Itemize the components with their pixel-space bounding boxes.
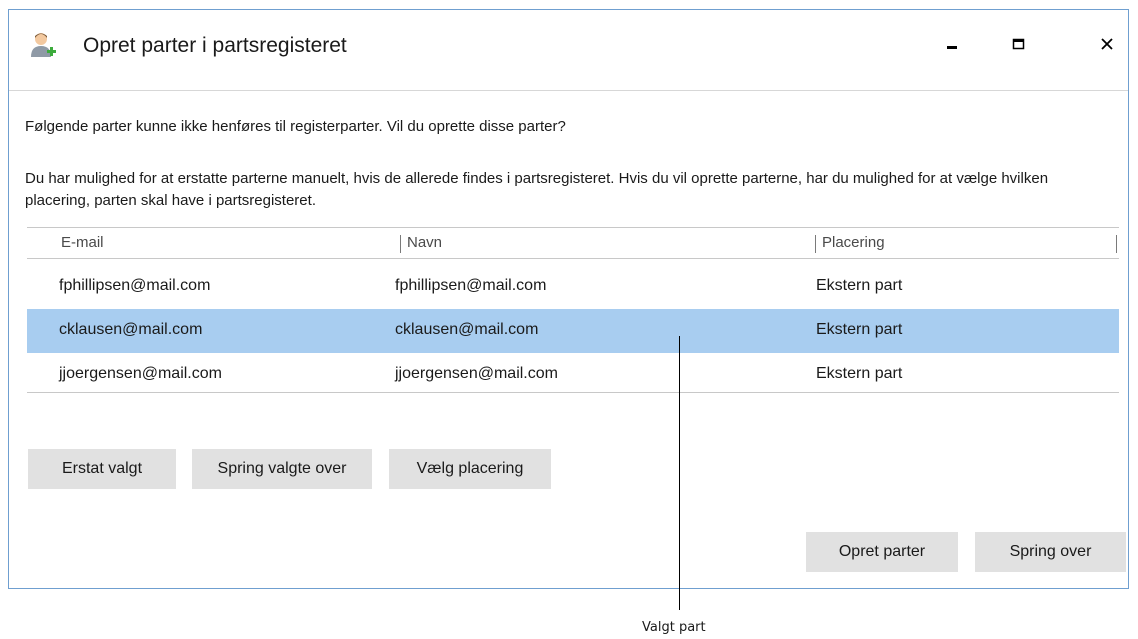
table-bottom-border — [27, 392, 1119, 393]
minimize-icon — [946, 37, 960, 56]
column-divider[interactable] — [400, 235, 401, 253]
info-message: Følgende parter kunne ikke henføres til … — [25, 118, 566, 135]
table-row[interactable]: jjoergensen@mail.com jjoergensen@mail.co… — [27, 353, 1119, 397]
title-bar: Opret parter i partsregisteret — [9, 10, 1128, 80]
column-divider[interactable] — [1116, 235, 1117, 253]
column-divider[interactable] — [815, 235, 816, 253]
skip-button[interactable]: Spring over — [975, 532, 1126, 572]
title-separator — [9, 90, 1128, 91]
maximize-icon — [1012, 37, 1026, 56]
skip-selected-button[interactable]: Spring valgte over — [192, 449, 372, 489]
row-placement: Ekstern part — [816, 365, 903, 382]
replace-selected-button[interactable]: Erstat valgt — [28, 449, 176, 489]
row-name: jjoergensen@mail.com — [395, 365, 558, 382]
column-header-placement[interactable]: Placering — [822, 234, 885, 251]
row-email: fphillipsen@mail.com — [59, 277, 211, 294]
callout-label: Valgt part — [642, 620, 706, 635]
minimize-button[interactable] — [933, 28, 973, 64]
table-row-selected[interactable]: cklausen@mail.com cklausen@mail.com Ekst… — [27, 309, 1119, 353]
close-icon — [1100, 37, 1114, 56]
column-header-name[interactable]: Navn — [407, 234, 442, 251]
row-name: fphillipsen@mail.com — [395, 277, 547, 294]
maximize-button[interactable] — [999, 28, 1039, 64]
table-row[interactable]: fphillipsen@mail.com fphillipsen@mail.co… — [27, 265, 1119, 309]
row-placement: Ekstern part — [816, 321, 903, 338]
create-parties-button[interactable]: Opret parter — [806, 532, 958, 572]
info-description: Du har mulighed for at erstatte parterne… — [25, 170, 1049, 209]
table-header: E-mail Navn Placering — [27, 227, 1119, 259]
choose-placement-button[interactable]: Vælg placering — [389, 449, 551, 489]
row-email: jjoergensen@mail.com — [59, 365, 222, 382]
column-header-email[interactable]: E-mail — [61, 234, 104, 251]
row-name: cklausen@mail.com — [395, 321, 539, 338]
close-button[interactable] — [1087, 28, 1127, 64]
callout-line — [679, 336, 680, 610]
row-placement: Ekstern part — [816, 277, 903, 294]
window-title: Opret parter i partsregisteret — [83, 34, 347, 57]
row-email: cklausen@mail.com — [59, 321, 203, 338]
person-add-icon — [29, 31, 57, 61]
dialog-window: Opret parter i partsregisteret Følgende … — [8, 9, 1129, 589]
